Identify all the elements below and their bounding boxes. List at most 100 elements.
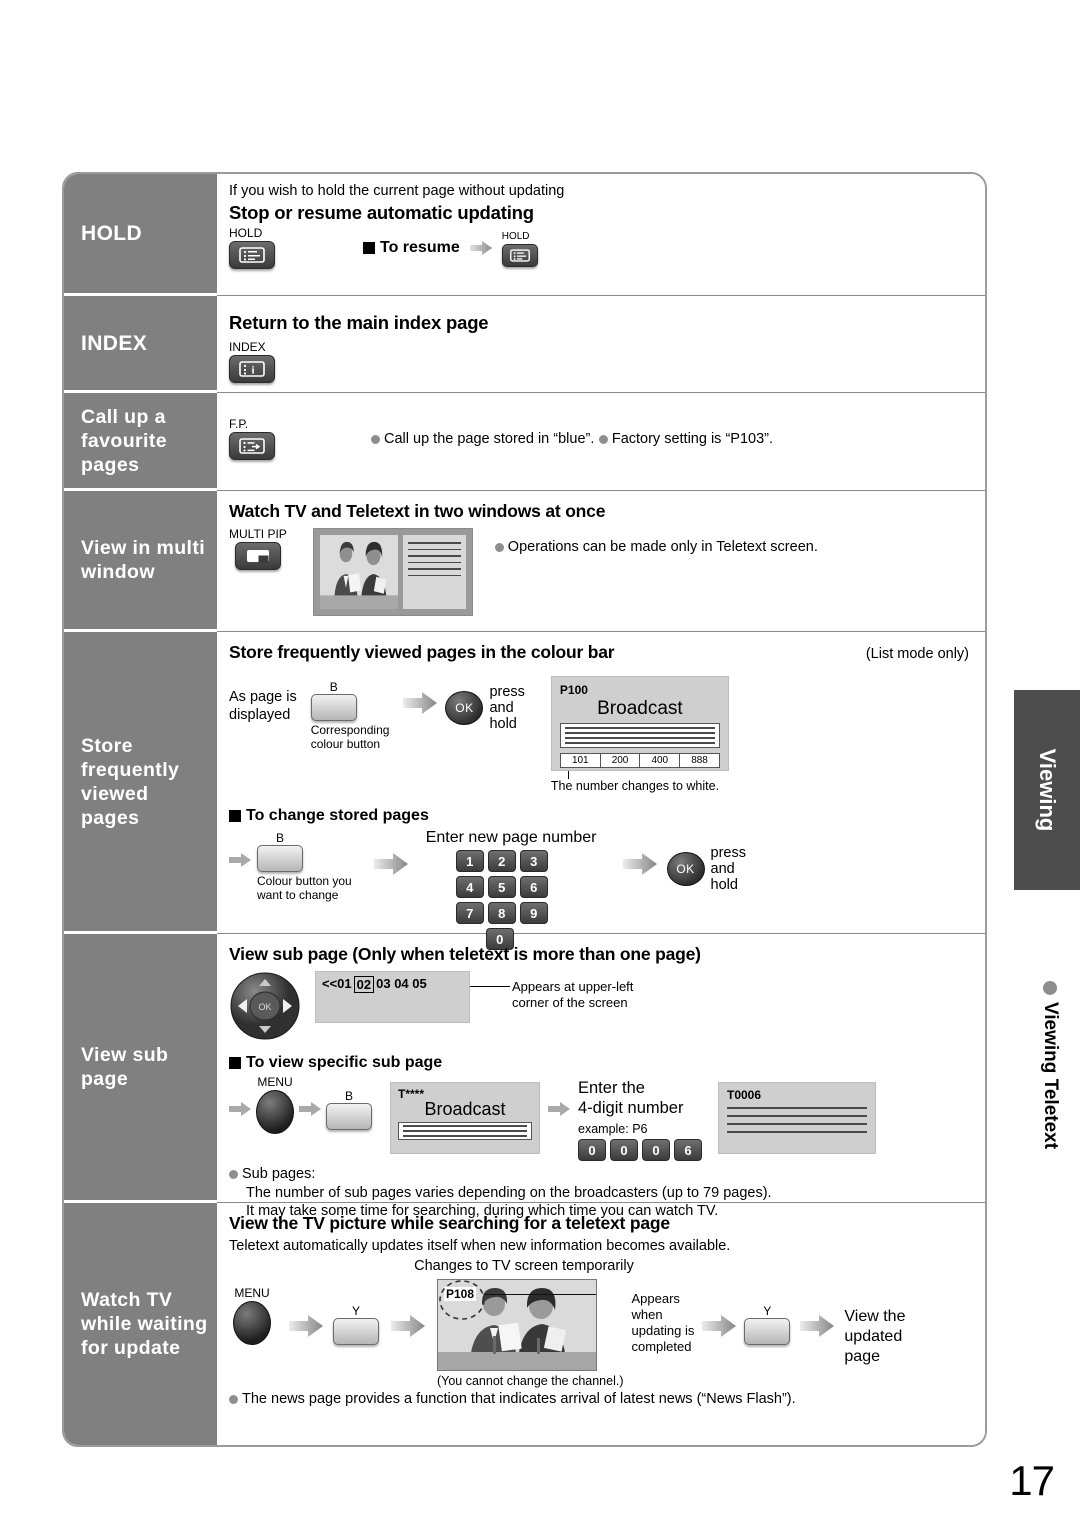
arrow-right-icon bbox=[469, 241, 492, 255]
keypad-key[interactable]: 0 bbox=[578, 1139, 606, 1161]
section-watch-tv-waiting: View the TV picture while searching for … bbox=[217, 1203, 985, 1445]
hold-resume-button[interactable]: HOLD bbox=[501, 230, 538, 267]
keypad-key[interactable]: 9 bbox=[519, 902, 548, 924]
arrow-right-icon bbox=[299, 1102, 321, 1116]
store-screen-title: Broadcast bbox=[597, 698, 683, 719]
sub-page-colour-key[interactable]: B bbox=[326, 1090, 372, 1130]
side-tab-label: Viewing bbox=[1035, 748, 1060, 832]
favourite-bullet-1-text: Call up the page stored in “blue”. bbox=[384, 430, 595, 447]
store-step1-line1: As page is bbox=[229, 689, 297, 705]
favourite-bullet-1: Call up the page stored in “blue”. bbox=[371, 430, 594, 448]
menu-button-label: MENU bbox=[257, 1075, 293, 1089]
waiting-heading: View the TV picture while searching for … bbox=[229, 1213, 670, 1233]
waiting-menu-button[interactable]: MENU bbox=[233, 1287, 271, 1345]
dpad-control[interactable]: OK bbox=[229, 971, 301, 1046]
store-heading: Store frequently viewed pages in the col… bbox=[229, 642, 615, 662]
sub-page-indicator-current: 02 bbox=[353, 976, 375, 993]
multi-window-heading: Watch TV and Teletext in two windows at … bbox=[229, 501, 606, 521]
keypad-key[interactable]: 7 bbox=[455, 902, 484, 924]
waiting-caption-top: Changes to TV screen temporarily bbox=[414, 1258, 634, 1274]
store-screen-lines bbox=[559, 723, 720, 748]
menu-icon bbox=[256, 1090, 294, 1134]
sub-page-screen-1: T**** Broadcast bbox=[390, 1082, 540, 1154]
sidebar-item-view-sub-page: View sub page bbox=[64, 934, 217, 1203]
keypad-key[interactable]: 4 bbox=[455, 876, 484, 898]
ok-button[interactable]: OK bbox=[666, 852, 705, 886]
colour-key-icon bbox=[310, 694, 357, 721]
sidebar-item-label: Call up a favourite pages bbox=[81, 405, 167, 476]
hold-icon bbox=[229, 241, 275, 269]
sidebar-item-label: HOLD bbox=[81, 222, 143, 245]
section-store-pages: Store frequently viewed pages in the col… bbox=[217, 632, 985, 950]
waiting-callout: Appears when updating is completed bbox=[631, 1291, 695, 1354]
waiting-key-1[interactable]: Y bbox=[333, 1305, 379, 1345]
news-anchors-illustration bbox=[319, 535, 399, 609]
store-enter-label: Enter new page number bbox=[425, 829, 597, 846]
svg-text:OK: OK bbox=[258, 1002, 271, 1012]
sub-page-enter-group: Enter the 4-digit number example: P6 0 0… bbox=[578, 1078, 702, 1161]
store-ok-caption: press and hold bbox=[489, 684, 525, 732]
arrow-right-icon bbox=[391, 1315, 425, 1337]
arrow-right-icon bbox=[373, 853, 408, 875]
store-colour-key-label: B bbox=[329, 680, 338, 694]
sub-page-indicator-screen: <<01 02 03 04 05 bbox=[315, 971, 470, 1023]
sidebar: HOLD INDEX Call up a favourite pages Vie… bbox=[64, 174, 217, 1445]
section-index: Return to the main index page INDEX i bbox=[217, 296, 985, 393]
colour-bar-cell: 888 bbox=[691, 755, 708, 766]
svg-text:i: i bbox=[251, 365, 254, 377]
store-colour-key[interactable]: B Corresponding colour button bbox=[310, 678, 389, 751]
section-view-sub-page: View sub page (Only when teletext is mor… bbox=[217, 934, 985, 1219]
sidebar-item-watch-tv-waiting: Watch TV while waiting for update bbox=[64, 1203, 217, 1445]
multi-window-bullet-1-text: Operations can be made only in Teletext … bbox=[507, 539, 818, 555]
index-button-label: INDEX bbox=[229, 340, 266, 354]
keypad-key[interactable]: 5 bbox=[487, 876, 516, 898]
sub-page-indicator-suffix: 03 04 05 bbox=[376, 976, 427, 991]
keypad-key[interactable]: 0 bbox=[642, 1139, 670, 1161]
ok-button[interactable]: OK bbox=[445, 691, 484, 725]
favourite-bullet-2-text: Factory setting is “P103”. bbox=[611, 430, 774, 447]
arrow-right-icon bbox=[702, 1315, 737, 1337]
keypad-key[interactable]: 1 bbox=[455, 850, 484, 872]
manual-page-panel: HOLD INDEX Call up a favourite pages Vie… bbox=[62, 172, 987, 1447]
keypad-key[interactable]: 0 bbox=[610, 1139, 638, 1161]
store-screen-note: The number changes to white. bbox=[550, 779, 720, 793]
store-keypad-group: Enter new page number 123 456 789 0 bbox=[426, 829, 597, 950]
store-change-key-caption: Colour button you want to change bbox=[257, 874, 352, 902]
sidebar-item-label: View in multi window bbox=[81, 537, 206, 583]
keypad-key[interactable]: 2 bbox=[487, 850, 516, 872]
side-tab-viewing: Viewing bbox=[1014, 690, 1080, 890]
index-icon: i bbox=[229, 355, 275, 383]
colour-key-icon bbox=[744, 1318, 791, 1345]
menu-icon bbox=[233, 1301, 271, 1345]
keypad-key[interactable]: 6 bbox=[674, 1139, 702, 1161]
multi-pip-button[interactable]: MULTI PIP bbox=[229, 528, 287, 570]
sub-page-heading: View sub page (Only when teletext is mor… bbox=[229, 944, 701, 964]
waiting-intro: Teletext automatically updates itself wh… bbox=[229, 1238, 731, 1254]
hold-button-label: HOLD bbox=[229, 226, 263, 240]
sub-page-screen-2-label: T0006 bbox=[727, 1088, 762, 1102]
store-change-colour-key[interactable]: B Colour button you want to change bbox=[257, 829, 352, 902]
keypad-key[interactable]: 6 bbox=[519, 876, 548, 898]
keypad-key[interactable]: 8 bbox=[487, 902, 516, 924]
sub-page-screen-2: T0006 bbox=[718, 1082, 876, 1154]
menu-button[interactable]: MENU bbox=[256, 1076, 294, 1134]
sub-page-callout: Appears at upper-left corner of the scre… bbox=[512, 979, 634, 1010]
multi-window-bullet-1: Operations can be made only in Teletext … bbox=[495, 538, 818, 556]
section-multi-window: Watch TV and Teletext in two windows at … bbox=[217, 491, 985, 632]
hold-button[interactable]: HOLD bbox=[229, 227, 275, 269]
favourite-button[interactable]: F.P. bbox=[229, 418, 275, 460]
colour-bar-cell: 400 bbox=[640, 754, 681, 767]
index-button[interactable]: INDEX i bbox=[229, 341, 275, 383]
ok-button-label: OK bbox=[676, 862, 695, 876]
index-heading: Return to the main index page bbox=[229, 312, 489, 333]
waiting-menu-label: MENU bbox=[234, 1286, 270, 1300]
sub-page-note-line1: The number of sub pages varies depending… bbox=[246, 1185, 772, 1201]
sub-page-example-label: example: P6 bbox=[578, 1122, 648, 1136]
waiting-key-2[interactable]: Y bbox=[744, 1305, 791, 1345]
sidebar-item-label: Watch TV while waiting for update bbox=[81, 1289, 208, 1359]
store-step1-line2: displayed bbox=[229, 707, 291, 723]
teletext-thumb bbox=[403, 535, 466, 609]
keypad-key[interactable]: 3 bbox=[519, 850, 548, 872]
sidebar-item-favourite: Call up a favourite pages bbox=[64, 393, 217, 491]
sidebar-item-multi-window: View in multi window bbox=[64, 491, 217, 632]
